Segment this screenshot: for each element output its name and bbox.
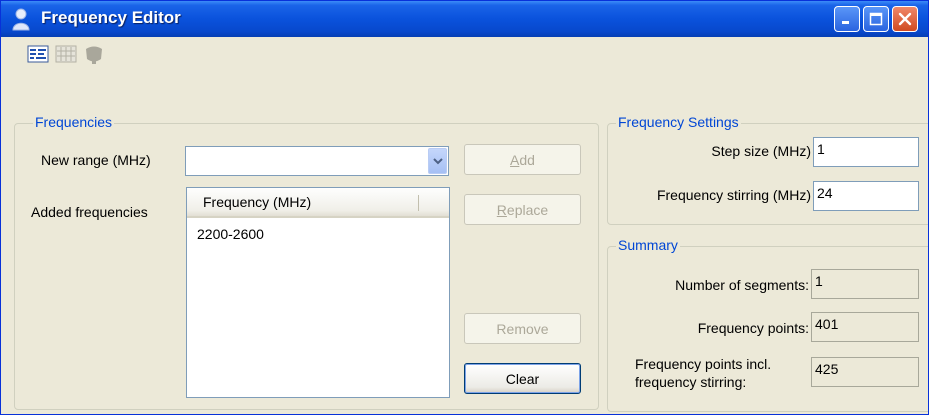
replace-label: eplace [506,201,549,218]
title-bar[interactable]: Frequency Editor [1,1,928,37]
summary-legend: Summary [616,237,680,253]
points-incl-stirring-label: Frequency points incl. frequency stirrin… [635,355,771,391]
frequency-list-icon[interactable] [27,43,49,65]
step-size-input[interactable]: 1 [813,137,919,167]
maximize-icon [869,12,883,26]
combo-dropdown-button[interactable] [428,148,447,174]
frequencies-legend: Frequencies [33,114,115,130]
new-range-combobox[interactable] [185,146,449,176]
maximize-button[interactable] [863,6,889,32]
frequency-editor-window: Frequency Editor Frequencies New range (… [0,0,929,415]
window-title: Frequency Editor [41,8,181,27]
frequency-grid-icon[interactable] [55,43,77,65]
add-button[interactable]: Add [464,144,581,175]
replace-mnemonic: R [496,201,507,218]
remove-button[interactable]: Remove [464,313,581,344]
frequency-settings-legend: Frequency Settings [616,114,741,130]
added-frequencies-label: Added frequencies [31,204,148,220]
close-icon [898,12,912,26]
toolbar [1,37,928,71]
add-mnemonic: A [510,151,520,168]
add-label: dd [519,151,535,168]
chevron-down-icon [432,158,443,165]
points-incl-label-line1: Frequency points incl. [635,356,772,372]
frequency-points-value: 401 [811,312,919,342]
segments-value: 1 [811,269,919,299]
step-size-label: Step size (MHz) [711,143,811,159]
frequency-column-title: Frequency (MHz) [203,194,312,210]
antenna-icon[interactable] [83,43,105,65]
close-button[interactable] [892,6,918,32]
frequency-stirring-label: Frequency stirring (MHz) [656,187,811,203]
frequency-list[interactable]: Frequency (MHz) 2200-2600 [186,187,450,398]
new-range-label: New range (MHz) [41,152,151,168]
minimize-icon [842,21,849,24]
frequency-column-header[interactable]: Frequency (MHz) [187,188,449,218]
frequency-stirring-input[interactable]: 24 [813,181,919,211]
replace-button[interactable]: Replace [464,194,581,225]
list-item[interactable]: 2200-2600 [197,226,264,242]
segments-label: Number of segments: [675,277,809,293]
column-separator[interactable] [418,195,419,211]
points-incl-label-line2: frequency stirring: [635,374,747,390]
clear-button[interactable]: Clear [464,363,581,394]
minimize-button[interactable] [834,6,860,32]
person-icon [12,8,30,31]
frequency-points-label: Frequency points: [697,320,809,336]
points-incl-stirring-value: 425 [811,357,919,387]
